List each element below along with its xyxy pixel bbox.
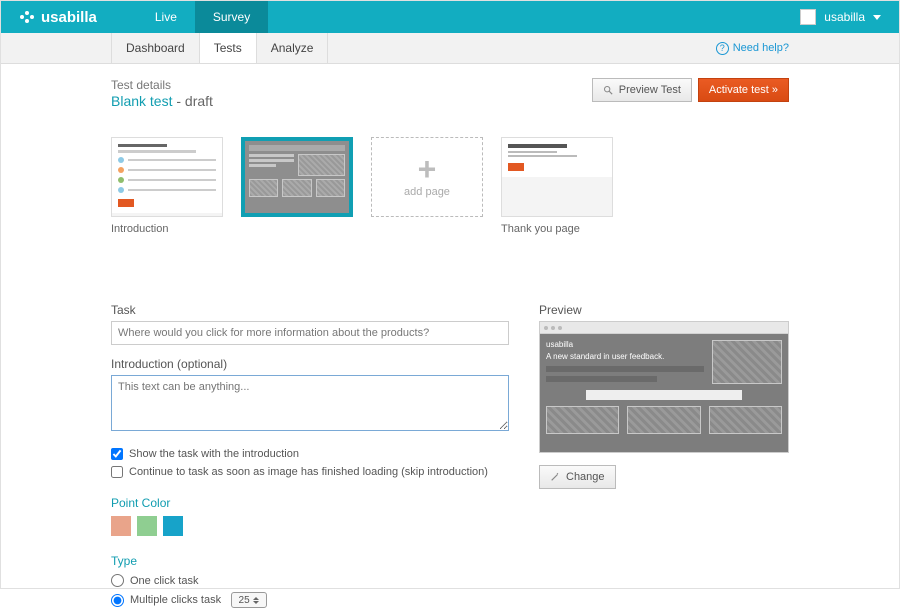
user-menu[interactable]: usabilla xyxy=(800,9,881,25)
test-title: Blank test - draft xyxy=(111,93,592,109)
preview-test-button[interactable]: Preview Test xyxy=(592,78,692,102)
checkbox-show-with-intro-input[interactable] xyxy=(111,448,123,460)
tab-label: Dashboard xyxy=(126,41,185,55)
preview-tagline: A new standard in user feedback. xyxy=(546,352,704,362)
introduction-textarea[interactable] xyxy=(111,375,509,431)
top-bar: usabilla Live Survey usabilla xyxy=(1,1,899,33)
preview-heading: Preview xyxy=(539,303,789,317)
point-color-heading: Point Color xyxy=(111,496,509,510)
stepper-value: 25 xyxy=(239,595,250,606)
radio-multi-click[interactable]: Multiple clicks task 25 xyxy=(111,592,509,608)
tab-tests[interactable]: Tests xyxy=(200,33,257,63)
avatar xyxy=(800,9,816,25)
task-label: Task xyxy=(111,303,509,317)
change-label: Change xyxy=(566,471,605,483)
checkbox-show-with-intro[interactable]: Show the task with the introduction xyxy=(111,448,509,460)
type-heading: Type xyxy=(111,554,509,568)
plus-icon: + xyxy=(418,156,437,182)
tab-label: Tests xyxy=(214,41,242,55)
top-nav: Live Survey xyxy=(137,1,268,33)
sub-tabs: Dashboard Tests Analyze xyxy=(111,33,328,63)
checkbox-skip-intro[interactable]: Continue to task as soon as image has fi… xyxy=(111,466,509,478)
help-label: Need help? xyxy=(733,42,789,54)
chevron-down-icon xyxy=(873,15,881,20)
sub-bar: Dashboard Tests Analyze ? Need help? xyxy=(1,33,899,64)
multi-click-stepper[interactable]: 25 xyxy=(231,592,267,608)
add-page-label: add page xyxy=(404,186,450,198)
color-swatch-1[interactable] xyxy=(111,516,131,536)
usabilla-logo-icon xyxy=(19,9,35,25)
checkbox-skip-intro-input[interactable] xyxy=(111,466,123,478)
topnav-label: Live xyxy=(155,10,177,24)
thankyou-thumb-heading xyxy=(508,144,567,148)
preview-hero-image xyxy=(712,340,782,384)
preview-box: usabilla A new standard in user feedback… xyxy=(539,321,789,453)
user-name: usabilla xyxy=(824,10,865,24)
page-thumb-label: Introduction xyxy=(111,223,223,235)
preview-browser-chrome xyxy=(540,322,788,334)
topnav-item-live[interactable]: Live xyxy=(137,1,195,33)
stepper-arrows-icon xyxy=(253,597,260,604)
test-status: - draft xyxy=(172,93,212,109)
section-heading: Test details xyxy=(111,78,592,92)
color-swatch-3[interactable] xyxy=(163,516,183,536)
tab-analyze[interactable]: Analyze xyxy=(257,33,329,63)
page-thumb-task-selected[interactable] xyxy=(241,137,353,217)
activate-test-label: Activate test » xyxy=(709,84,778,96)
preview-test-label: Preview Test xyxy=(619,84,681,96)
magnifier-icon xyxy=(603,85,613,95)
page-thumb-label: Thank you page xyxy=(501,223,613,235)
preview-brand: usabilla xyxy=(546,340,704,349)
page-thumb-thankyou[interactable] xyxy=(501,137,613,217)
checkbox-label: Show the task with the introduction xyxy=(129,448,299,460)
task-input[interactable] xyxy=(111,321,509,345)
page-thumb-introduction[interactable] xyxy=(111,137,223,217)
color-swatch-2[interactable] xyxy=(137,516,157,536)
radio-label: One click task xyxy=(130,575,198,587)
add-page-button[interactable]: + add page xyxy=(371,137,483,217)
radio-label: Multiple clicks task xyxy=(130,594,221,606)
tab-dashboard[interactable]: Dashboard xyxy=(111,33,200,63)
brand-logo[interactable]: usabilla xyxy=(19,9,97,26)
wand-icon xyxy=(550,472,560,482)
topnav-item-survey[interactable]: Survey xyxy=(195,1,268,33)
test-name[interactable]: Blank test xyxy=(111,93,172,109)
brand-name: usabilla xyxy=(41,9,97,26)
radio-one-click[interactable]: One click task xyxy=(111,574,509,587)
help-icon: ? xyxy=(716,42,729,55)
tab-label: Analyze xyxy=(271,41,314,55)
radio-one-click-input[interactable] xyxy=(111,574,124,587)
radio-multi-click-input[interactable] xyxy=(111,594,124,607)
topnav-label: Survey xyxy=(213,10,250,24)
checkbox-label: Continue to task as soon as image has fi… xyxy=(129,466,488,478)
activate-test-button[interactable]: Activate test » xyxy=(698,78,789,102)
introduction-label: Introduction (optional) xyxy=(111,357,509,371)
preview-cta xyxy=(586,390,742,400)
point-color-swatches xyxy=(111,516,509,536)
need-help-link[interactable]: ? Need help? xyxy=(716,33,789,63)
change-button[interactable]: Change xyxy=(539,465,616,489)
pages-row: Introduction + add page xyxy=(111,137,789,235)
